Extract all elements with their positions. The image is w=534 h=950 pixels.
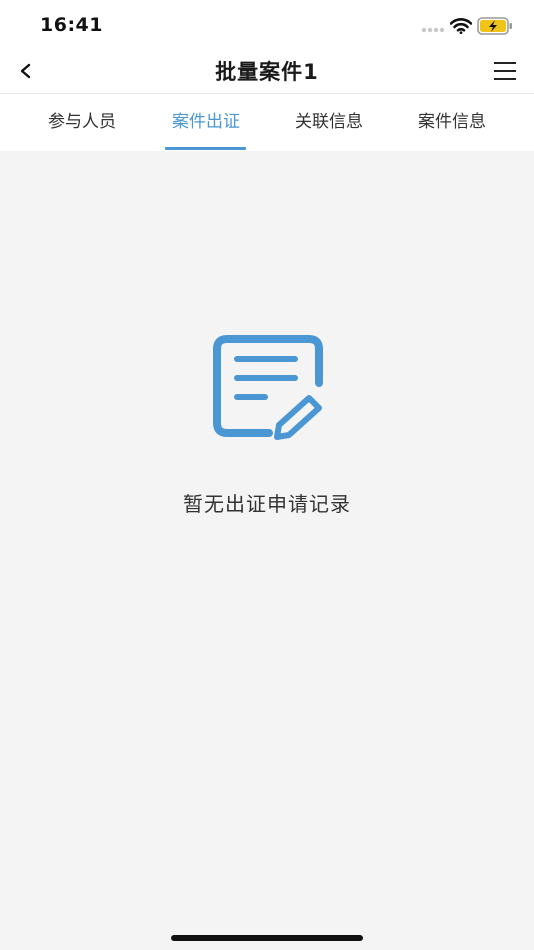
edit-document-icon	[213, 335, 323, 440]
tab-case-info[interactable]: 案件信息	[410, 94, 494, 151]
navigation-bar: 批量案件1	[0, 50, 534, 93]
home-indicator[interactable]	[171, 935, 363, 941]
tab-case-evidence[interactable]: 案件出证	[163, 94, 249, 151]
active-tab-indicator	[165, 147, 246, 150]
tab-participants[interactable]: 参与人员	[40, 94, 124, 151]
page-title: 批量案件1	[215, 60, 319, 84]
tab-bar: 参与人员 案件出证 关联信息 案件信息	[0, 93, 534, 151]
tab-related-info[interactable]: 关联信息	[287, 94, 371, 151]
cellular-signal-icon	[421, 27, 445, 33]
battery-charging-icon	[477, 17, 512, 35]
hamburger-menu-icon	[494, 62, 516, 80]
status-time: 16:41	[40, 14, 103, 36]
wifi-icon	[450, 18, 472, 34]
status-bar: 16:41	[0, 0, 534, 50]
menu-button[interactable]	[490, 58, 520, 84]
empty-state-message: 暂无出证申请记录	[183, 492, 351, 516]
